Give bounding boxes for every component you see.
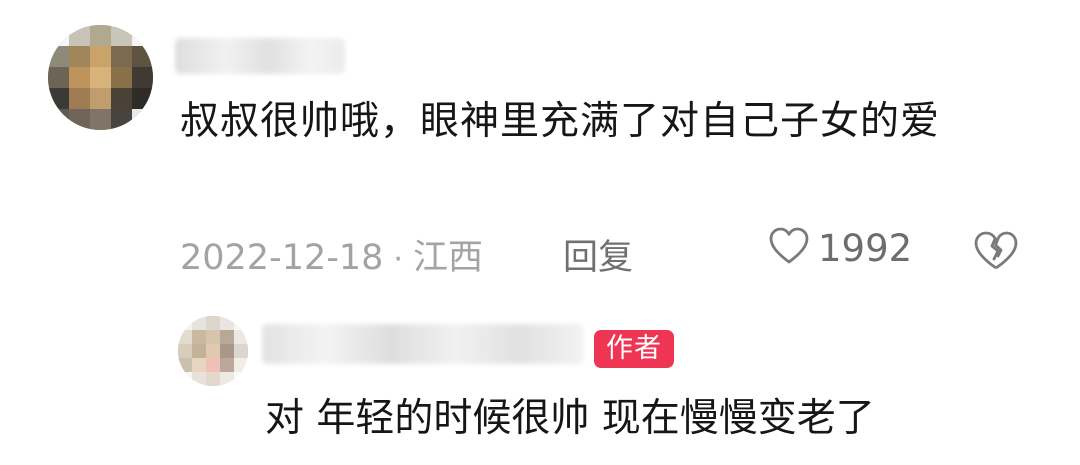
heart-outline-icon (768, 226, 810, 270)
comment-thread: 叔叔很帅哦，眼神里充满了对自己子女的爱 2022-12-18 · 江西 回复 199… (0, 0, 1080, 465)
reply-avatar[interactable] (178, 316, 248, 386)
pixelated-avatar-image (48, 25, 153, 130)
author-badge: 作者 (594, 330, 674, 368)
comment-date: 2022-12-18 (180, 238, 384, 278)
meta-separator: · (393, 242, 403, 277)
comment-meta: 2022-12-18 · 江西 (180, 229, 483, 280)
broken-heart-icon[interactable] (972, 230, 1020, 276)
reply-button[interactable]: 回复 (563, 229, 633, 280)
like-count: 1992 (818, 226, 913, 270)
avatar[interactable] (48, 25, 153, 130)
like-button[interactable]: 1992 (768, 226, 912, 270)
username-blurred[interactable] (175, 38, 345, 74)
comment-location: 江西 (412, 238, 483, 278)
reply-text: 对 年轻的时候很帅 现在慢慢变老了 (265, 396, 875, 441)
comment-text: 叔叔很帅哦，眼神里充满了对自己子女的爱 (180, 99, 941, 144)
pixelated-avatar-image (178, 316, 248, 386)
reply-username-blurred[interactable] (262, 324, 584, 364)
